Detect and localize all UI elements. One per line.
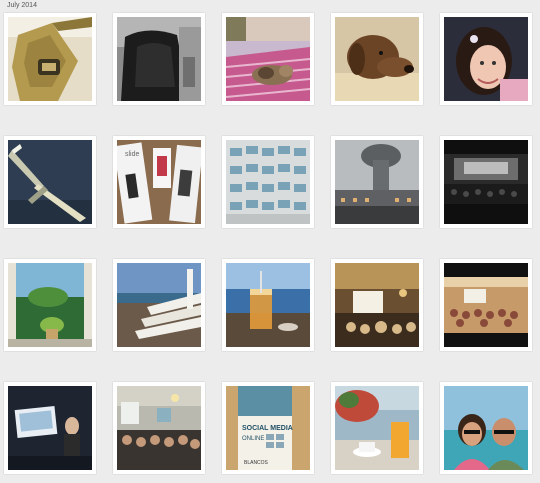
photo-couple-beach [444, 386, 528, 470]
photo-camera-bag [8, 17, 92, 101]
photo-pen [8, 140, 92, 224]
photo-dog [335, 17, 419, 101]
photo-tropical-garden [8, 263, 92, 347]
photo-thumbnail[interactable] [4, 136, 96, 228]
photo-thumbnail[interactable] [222, 259, 314, 351]
photo-thumbnail[interactable] [331, 13, 423, 105]
photo-social-media-banner: SOCIAL MEDIA ONLINE BLANCOS [226, 386, 310, 470]
photo-thumbnail[interactable] [440, 382, 532, 474]
photo-thumbnail[interactable] [440, 13, 532, 105]
photo-thumbnail[interactable] [4, 259, 96, 351]
photo-thumbnail[interactable]: slide [113, 136, 205, 228]
photo-juice-coffee [335, 386, 419, 470]
photo-thumbnail[interactable] [440, 259, 532, 351]
banner-footer: BLANCOS [244, 460, 269, 466]
photo-grid: slide SOCIAL MEDIA ONLINE BLANCOS [4, 13, 532, 474]
photo-backpack [117, 17, 201, 101]
package-label: slide [125, 151, 140, 158]
photo-pool-deck [117, 263, 201, 347]
photo-thumbnail[interactable] [222, 136, 314, 228]
photo-conference-room [335, 263, 419, 347]
photo-ballroom-audience [117, 386, 201, 470]
photo-thumbnail[interactable] [222, 13, 314, 105]
photo-cat-on-bed [226, 17, 310, 101]
photo-thumbnail[interactable] [331, 382, 423, 474]
photo-thumbnail[interactable] [113, 382, 205, 474]
photo-water-tower [335, 140, 419, 224]
banner-headline: SOCIAL MEDIA [242, 425, 293, 432]
photo-slide-packages: slide [117, 140, 201, 224]
photo-drink-terrace [226, 263, 310, 347]
banner-subline: ONLINE [242, 436, 264, 442]
photo-thumbnail[interactable] [4, 382, 96, 474]
photo-thumbnail[interactable] [331, 136, 423, 228]
photo-thumbnail[interactable]: SOCIAL MEDIA ONLINE BLANCOS [222, 382, 314, 474]
photo-concert-stage [444, 140, 528, 224]
photo-speaker-projector [8, 386, 92, 470]
photo-thumbnail[interactable] [440, 136, 532, 228]
photo-seminar-hall [444, 263, 528, 347]
photo-thumbnail[interactable] [331, 259, 423, 351]
photo-girl-portrait [444, 17, 528, 101]
photo-collage-wall [226, 140, 310, 224]
photo-thumbnail[interactable] [4, 13, 96, 105]
photo-thumbnail[interactable] [113, 259, 205, 351]
photo-thumbnail[interactable] [113, 13, 205, 105]
month-label: July 2014 [7, 2, 37, 9]
